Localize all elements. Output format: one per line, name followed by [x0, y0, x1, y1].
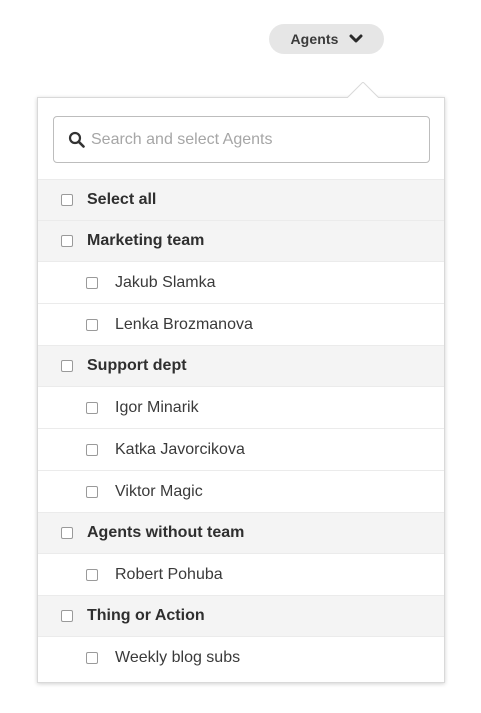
search-input[interactable] [91, 130, 411, 149]
checkbox-unchecked-icon[interactable] [61, 194, 73, 206]
checkbox-unchecked-icon[interactable] [61, 527, 73, 539]
agent-label: Weekly blog subs [115, 648, 241, 666]
group-label: Thing or Action [87, 607, 205, 624]
checkbox-unchecked-icon[interactable] [86, 401, 98, 414]
group-row-marketing-team[interactable]: Marketing team [38, 220, 444, 261]
agent-label: Jakub Slamka [115, 273, 216, 291]
checkbox-unchecked-icon[interactable] [86, 651, 98, 664]
select-all-row[interactable]: Select all [38, 179, 444, 220]
checkbox-unchecked-icon[interactable] [86, 318, 98, 331]
agent-label: Viktor Magic [115, 482, 203, 500]
agent-row[interactable]: Lenka Brozmanova [38, 303, 444, 345]
search-box[interactable] [53, 116, 430, 163]
select-all-label: Select all [87, 191, 157, 208]
agents-dropdown-label: Agents [290, 31, 339, 47]
checkbox-unchecked-icon[interactable] [86, 443, 98, 456]
agent-label: Igor Minarik [115, 398, 199, 416]
group-row-thing-or-action[interactable]: Thing or Action [38, 595, 444, 636]
agents-dropdown-panel: Select all Marketing team Jakub Slamka L… [37, 97, 445, 683]
checkbox-unchecked-icon[interactable] [61, 610, 73, 622]
agent-label: Robert Pohuba [115, 565, 223, 583]
agent-label: Katka Javorcikova [115, 440, 245, 458]
search-icon [68, 131, 85, 148]
agent-row[interactable]: Jakub Slamka [38, 261, 444, 303]
group-label: Marketing team [87, 232, 205, 249]
agent-label: Lenka Brozmanova [115, 315, 253, 333]
agent-row[interactable]: Robert Pohuba [38, 553, 444, 595]
agents-dropdown-trigger[interactable]: Agents [269, 24, 384, 54]
group-label: Agents without team [87, 524, 245, 541]
agent-row[interactable]: Katka Javorcikova [38, 428, 444, 470]
chevron-down-icon [349, 34, 363, 43]
checkbox-unchecked-icon[interactable] [86, 276, 98, 289]
group-row-agents-without-team[interactable]: Agents without team [38, 512, 444, 553]
group-label: Support dept [87, 357, 187, 374]
checkbox-unchecked-icon[interactable] [61, 360, 73, 372]
agent-row[interactable]: Weekly blog subs [38, 636, 444, 678]
dropdown-caret [347, 82, 379, 98]
agent-row[interactable]: Igor Minarik [38, 386, 444, 428]
checkbox-unchecked-icon[interactable] [86, 485, 98, 498]
group-row-support-dept[interactable]: Support dept [38, 345, 444, 386]
checkbox-unchecked-icon[interactable] [86, 568, 98, 581]
agent-row[interactable]: Viktor Magic [38, 470, 444, 512]
agents-list: Select all Marketing team Jakub Slamka L… [38, 179, 444, 678]
checkbox-unchecked-icon[interactable] [61, 235, 73, 247]
